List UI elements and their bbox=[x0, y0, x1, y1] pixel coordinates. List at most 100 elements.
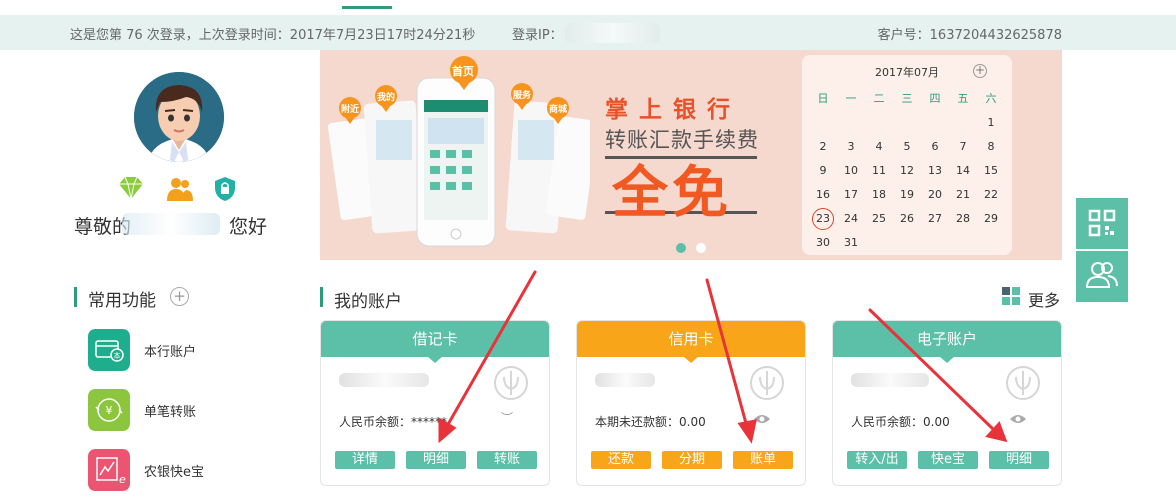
cartoon-avatar-icon bbox=[134, 72, 224, 162]
function-label: 本行账户 bbox=[144, 345, 197, 360]
user-group-icon bbox=[1085, 262, 1118, 288]
calendar-weekday: 二 bbox=[873, 92, 885, 105]
abc-bank-logo-icon bbox=[1006, 366, 1040, 400]
calendar-day[interactable]: 6 bbox=[921, 137, 949, 157]
calendar-day[interactable]: 14 bbox=[949, 161, 977, 181]
calendar-day[interactable]: 8 bbox=[977, 137, 1005, 157]
calendar-weekday: 三 bbox=[901, 92, 913, 105]
calendar-day[interactable]: 9 bbox=[809, 161, 837, 181]
phone-tag-home: 首页 bbox=[452, 65, 474, 78]
calendar-day[interactable]: 24 bbox=[837, 209, 865, 229]
calendar-day[interactable]: 31 bbox=[837, 233, 865, 253]
phone-tag-mall: 商城 bbox=[549, 105, 568, 115]
calendar-day[interactable]: 18 bbox=[865, 185, 893, 205]
user-badges bbox=[114, 176, 244, 204]
svg-text:¥: ¥ bbox=[106, 404, 113, 417]
calendar-day[interactable]: 29 bbox=[977, 209, 1005, 229]
calendar-day[interactable]: 10 bbox=[837, 161, 865, 181]
calendar-weekday: 一 bbox=[845, 92, 857, 105]
calendar-day[interactable]: 25 bbox=[865, 209, 893, 229]
calendar-day[interactable]: 26 bbox=[893, 209, 921, 229]
phone-tag-service: 服务 bbox=[513, 91, 532, 101]
carousel-dot[interactable] bbox=[696, 243, 706, 253]
svg-text:本: 本 bbox=[114, 351, 121, 360]
login-info-text: 这是您第 76 次登录，上次登录时间：2017年7月23日17时24分21秒 bbox=[70, 28, 476, 43]
details-button[interactable]: 详情 bbox=[335, 451, 395, 469]
abc-bank-logo-icon bbox=[750, 366, 784, 400]
section-marker bbox=[320, 287, 323, 307]
calendar-widget: 2017年07月 + 日一二三四五六 1 2 3 4 5 6 7 8 9 10 11 12 13 14 15 1… bbox=[802, 55, 1012, 255]
calendar-day[interactable]: 21 bbox=[949, 185, 977, 205]
security-shield-icon[interactable] bbox=[214, 176, 236, 202]
eye-icon[interactable] bbox=[753, 413, 771, 425]
calendar-day[interactable]: 20 bbox=[921, 185, 949, 205]
eye-closed-icon[interactable]: ︶ bbox=[501, 409, 513, 426]
calendar-day bbox=[921, 233, 949, 253]
function-single-transfer[interactable]: ¥ 单笔转账 bbox=[88, 389, 248, 431]
calendar-day[interactable]: 12 bbox=[893, 161, 921, 181]
function-label: 农银快e宝 bbox=[144, 465, 204, 480]
calendar-day[interactable]: 19 bbox=[893, 185, 921, 205]
calendar-weekday: 日 bbox=[817, 92, 829, 105]
calendar-day[interactable]: 1 bbox=[977, 113, 1005, 133]
calendar-week-row: 2345678 bbox=[809, 137, 1005, 157]
calendar-day[interactable]: 23 bbox=[812, 208, 834, 230]
calendar-day[interactable]: 11 bbox=[865, 161, 893, 181]
calendar-day[interactable]: 5 bbox=[893, 137, 921, 157]
grid-more-icon[interactable] bbox=[1002, 287, 1020, 305]
calendar-weekday: 四 bbox=[929, 92, 941, 105]
card-balance: 人民币余额：0.00 bbox=[851, 415, 950, 429]
calendar-week-row: 30 31 bbox=[809, 233, 1005, 253]
calendar-day[interactable]: 28 bbox=[949, 209, 977, 229]
user-name-redacted bbox=[122, 213, 220, 235]
calendar-day[interactable]: 16 bbox=[809, 185, 837, 205]
card-number-redacted bbox=[851, 373, 929, 387]
calendar-day[interactable]: 30 bbox=[809, 233, 837, 253]
carousel-dot-active[interactable] bbox=[676, 243, 686, 253]
calendar-add-icon[interactable]: + bbox=[973, 64, 987, 78]
function-bank-account[interactable]: 本 本行账户 bbox=[88, 329, 248, 371]
transactions-button[interactable]: 明细 bbox=[989, 451, 1049, 469]
calendar-day bbox=[949, 233, 977, 253]
calendar-day[interactable]: 22 bbox=[977, 185, 1005, 205]
eye-icon[interactable] bbox=[1009, 413, 1027, 425]
banner-free-text: 全免 bbox=[612, 161, 732, 226]
user-group-icon[interactable] bbox=[166, 176, 194, 202]
calendar-week-row: 1 bbox=[809, 113, 1005, 133]
add-function-icon[interactable]: + bbox=[170, 287, 189, 306]
more-link[interactable]: 更多 bbox=[1028, 287, 1060, 311]
transfer-button[interactable]: 转账 bbox=[477, 451, 537, 469]
function-kuai-e-bao[interactable]: e 农银快e宝 bbox=[88, 449, 248, 491]
calendar-day[interactable]: 4 bbox=[865, 137, 893, 157]
card-title: 电子账户 bbox=[833, 321, 1061, 357]
my-accounts-title: 我的账户 bbox=[334, 292, 402, 312]
repay-button[interactable]: 还款 bbox=[591, 451, 651, 469]
calendar-day[interactable]: 3 bbox=[837, 137, 865, 157]
calendar-day[interactable]: 13 bbox=[921, 161, 949, 181]
promo-banner[interactable]: 附近 我的 首页 服务 商城 掌上银行 转账汇款手续费 全免 2017年07月 … bbox=[320, 50, 1062, 260]
calendar-day[interactable]: 17 bbox=[837, 185, 865, 205]
statement-button[interactable]: 账单 bbox=[733, 451, 793, 469]
calendar-weekday: 五 bbox=[957, 92, 969, 105]
calendar-day[interactable]: 7 bbox=[949, 137, 977, 157]
transfer-in-out-button[interactable]: 转入/出 bbox=[847, 451, 907, 469]
customer-service-button[interactable] bbox=[1076, 251, 1128, 302]
banner-headline: 掌上银行 bbox=[605, 97, 741, 123]
qr-code-button[interactable] bbox=[1076, 198, 1128, 249]
calendar-day[interactable]: 15 bbox=[977, 161, 1005, 181]
bank-card-icon: 本 bbox=[88, 329, 130, 371]
bank-home-page: 这是您第 76 次登录，上次登录时间：2017年7月23日17时24分21秒 登… bbox=[0, 0, 1176, 497]
svg-text:e: e bbox=[119, 473, 126, 486]
kuai-e-bao-button[interactable]: 快e宝 bbox=[918, 451, 978, 469]
calendar-week-row: 16 17 18 19 20 21 22 bbox=[809, 185, 1005, 205]
function-label: 单笔转账 bbox=[144, 405, 197, 420]
avatar[interactable] bbox=[134, 72, 224, 162]
diamond-icon[interactable] bbox=[117, 176, 145, 200]
calendar-day[interactable]: 27 bbox=[921, 209, 949, 229]
card-title-notch bbox=[427, 356, 443, 363]
installment-button[interactable]: 分期 bbox=[662, 451, 722, 469]
transactions-button[interactable]: 明细 bbox=[406, 451, 466, 469]
card-title: 借记卡 bbox=[321, 321, 549, 357]
calendar-week-row: 23 24 25 26 27 28 29 bbox=[809, 208, 1005, 230]
calendar-day[interactable]: 2 bbox=[809, 137, 837, 157]
